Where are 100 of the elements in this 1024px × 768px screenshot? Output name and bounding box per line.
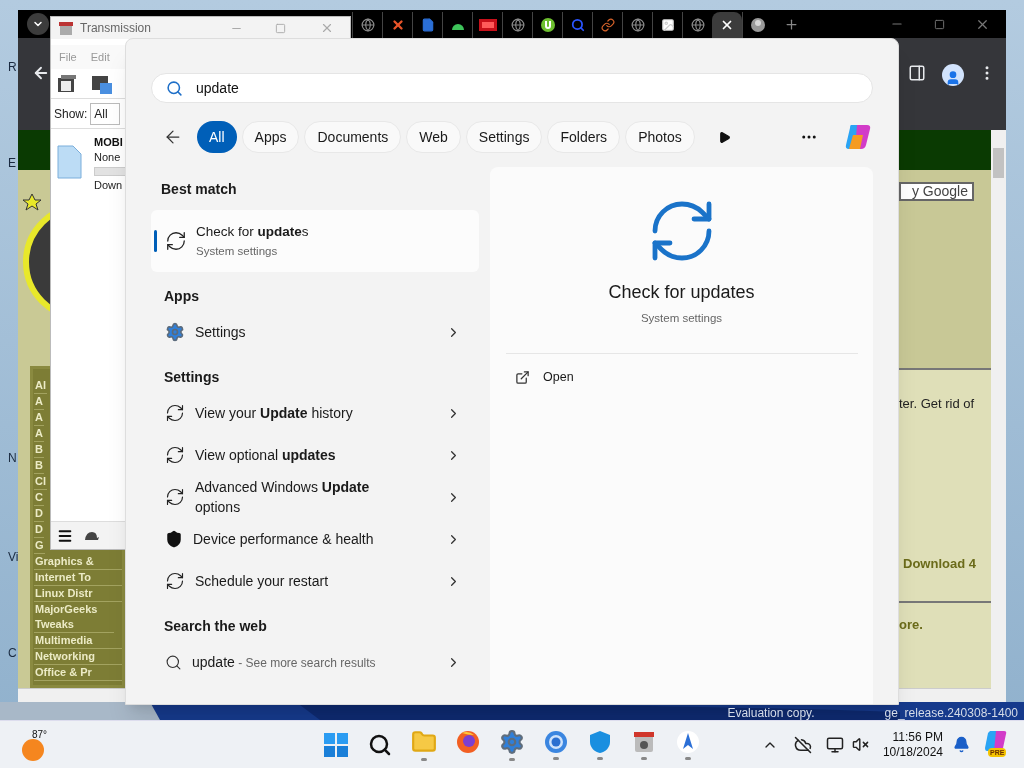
play-icon[interactable] [717, 130, 731, 144]
scrollbar-track[interactable] [899, 688, 991, 702]
tab-search-button[interactable] [27, 13, 49, 35]
fox-icon[interactable] [456, 729, 480, 754]
cloud-off-icon[interactable] [793, 735, 812, 754]
sync-icon [165, 571, 185, 591]
section-heading: Search the web [164, 617, 268, 636]
category-link[interactable]: Al [34, 378, 47, 394]
search-result[interactable]: Settings [151, 311, 479, 353]
result-label: Settings [195, 323, 247, 342]
section-heading: Settings [164, 368, 221, 387]
search-result[interactable]: View your Update history [151, 392, 479, 434]
category-link[interactable]: G [34, 538, 45, 554]
app-icon [59, 21, 73, 35]
category-link[interactable]: Cl [34, 474, 47, 490]
menu-item[interactable]: File [59, 48, 77, 66]
result-label: Schedule your restart [195, 572, 330, 591]
clock-time[interactable]: 11:56 PM [892, 729, 943, 745]
colorful-logo-icon[interactable] [843, 123, 873, 151]
category-link[interactable]: B [34, 458, 44, 474]
new-tab-icon[interactable] [784, 16, 799, 32]
filter-tab[interactable]: Apps [241, 121, 300, 153]
menu-item[interactable]: Edit [90, 48, 110, 66]
filter-tab[interactable]: Web [406, 121, 461, 153]
category-link[interactable]: A [34, 410, 44, 426]
category-link[interactable]: A [34, 394, 44, 410]
search-field[interactable]: update [151, 73, 873, 103]
search-result[interactable]: View optional updates [151, 434, 479, 476]
document-icon[interactable] [420, 18, 435, 32]
close-icon[interactable] [720, 18, 734, 32]
category-link[interactable]: D [34, 506, 44, 522]
open-file-icon[interactable] [57, 74, 77, 93]
browser-tab[interactable] [712, 12, 742, 38]
menu-icon[interactable] [57, 527, 73, 544]
desktop-icon-label: N [8, 450, 17, 467]
start-icon[interactable] [324, 732, 348, 757]
side-panel-icon[interactable] [908, 64, 926, 82]
globe-icon[interactable] [360, 18, 375, 32]
turtle-icon[interactable] [83, 529, 99, 542]
torrent-detail: Down [94, 178, 124, 193]
globe-icon[interactable] [630, 18, 645, 32]
transmission-icon[interactable] [633, 729, 655, 754]
filter-tab[interactable]: Documents [304, 121, 402, 153]
category-link[interactable]: A [34, 426, 44, 442]
compass-icon[interactable] [676, 729, 700, 754]
category-link[interactable]: B [34, 442, 44, 458]
category-link[interactable]: Office & Pr [34, 665, 122, 681]
clock-date[interactable]: 10/18/2024 [882, 744, 943, 760]
result-label: View your Update history [195, 404, 354, 423]
filter-tab[interactable]: Photos [625, 121, 695, 153]
search-result[interactable]: update - See more search results [151, 641, 479, 683]
colorful-logo-icon[interactable] [984, 729, 1008, 752]
search-result[interactable]: Schedule your restart [151, 560, 479, 602]
torrent-icon[interactable] [540, 18, 555, 32]
search-result[interactable]: Device performance & health [151, 518, 479, 560]
open-button[interactable]: Open [515, 368, 574, 387]
browser-icon[interactable] [544, 729, 568, 754]
profile-avatar[interactable] [942, 64, 964, 86]
body-text: ter. Get rid of [899, 395, 976, 413]
globe-icon[interactable] [510, 18, 525, 32]
filter-tab[interactable]: Settings [465, 121, 543, 153]
shield-icon[interactable] [589, 729, 611, 754]
scrollbar-track[interactable] [18, 688, 125, 702]
search-result[interactable]: Advanced Windows Update options [151, 476, 479, 518]
monitor-icon[interactable] [825, 735, 844, 754]
link-icon[interactable] [600, 18, 615, 32]
search-button[interactable]: y Google [899, 181, 974, 201]
watermark-text: ge_release.240308-1400 [884, 705, 1018, 722]
category-link[interactable]: MajorGeeks Tweaks [34, 602, 114, 633]
filter-tab[interactable]: Folders [547, 121, 621, 153]
sync-icon [165, 445, 185, 465]
cross-icon[interactable] [390, 18, 405, 32]
settings-icon[interactable] [499, 728, 525, 755]
category-link[interactable]: C [34, 490, 44, 506]
filter-tab[interactable]: All [197, 121, 237, 153]
category-link[interactable]: D [34, 522, 44, 538]
best-match-result[interactable]: Check for updates System settings [151, 210, 479, 272]
image-icon[interactable] [660, 18, 675, 32]
bell-icon[interactable] [953, 736, 970, 753]
globe-icon[interactable] [690, 18, 705, 32]
search-icon [166, 79, 183, 97]
settings-icon [165, 322, 185, 342]
category-link[interactable]: Internet To [34, 570, 122, 586]
maximize-icon[interactable] [934, 18, 945, 30]
vertical-scrollbar[interactable] [991, 130, 1006, 702]
category-link[interactable]: Graphics & [34, 554, 122, 570]
avatar-icon[interactable] [750, 18, 765, 32]
sync-icon [165, 230, 187, 252]
muted-speaker-icon[interactable] [851, 736, 869, 753]
filter-dropdown[interactable]: All [90, 102, 121, 125]
search-icon[interactable] [368, 732, 392, 757]
category-link[interactable]: Linux Distr [34, 586, 122, 602]
back-icon[interactable] [32, 64, 50, 82]
logo-icon[interactable] [478, 19, 497, 31]
category-link[interactable]: Networking [34, 649, 122, 665]
result-subtitle: System settings [196, 243, 279, 259]
more-link[interactable]: ore. [899, 615, 991, 635]
category-link[interactable]: Multimedia [34, 633, 122, 649]
download-link[interactable]: Download 4 [903, 553, 991, 573]
external-link-icon [515, 370, 530, 386]
